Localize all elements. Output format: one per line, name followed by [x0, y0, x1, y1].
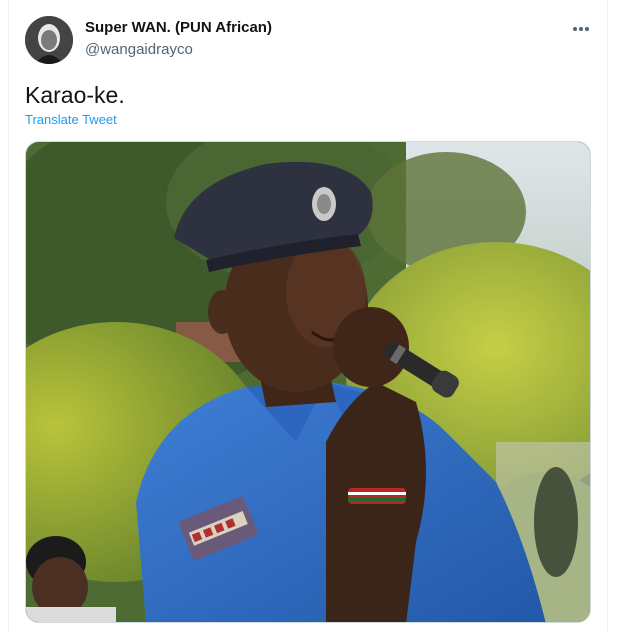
photo-police-officer-microphone [26, 142, 590, 622]
translate-tweet-link[interactable]: Translate Tweet [25, 112, 117, 127]
ellipsis-icon [573, 27, 589, 31]
tweet-media-photo[interactable] [25, 141, 591, 623]
avatar-image [25, 16, 73, 64]
more-options-button[interactable] [566, 16, 596, 42]
tweet-text: Karao-ke. [25, 82, 125, 108]
avatar[interactable] [25, 16, 73, 64]
author-display-name[interactable]: Super WAN. (PUN African) [85, 19, 272, 36]
author-handle[interactable]: @wangaidrayco [85, 41, 193, 58]
